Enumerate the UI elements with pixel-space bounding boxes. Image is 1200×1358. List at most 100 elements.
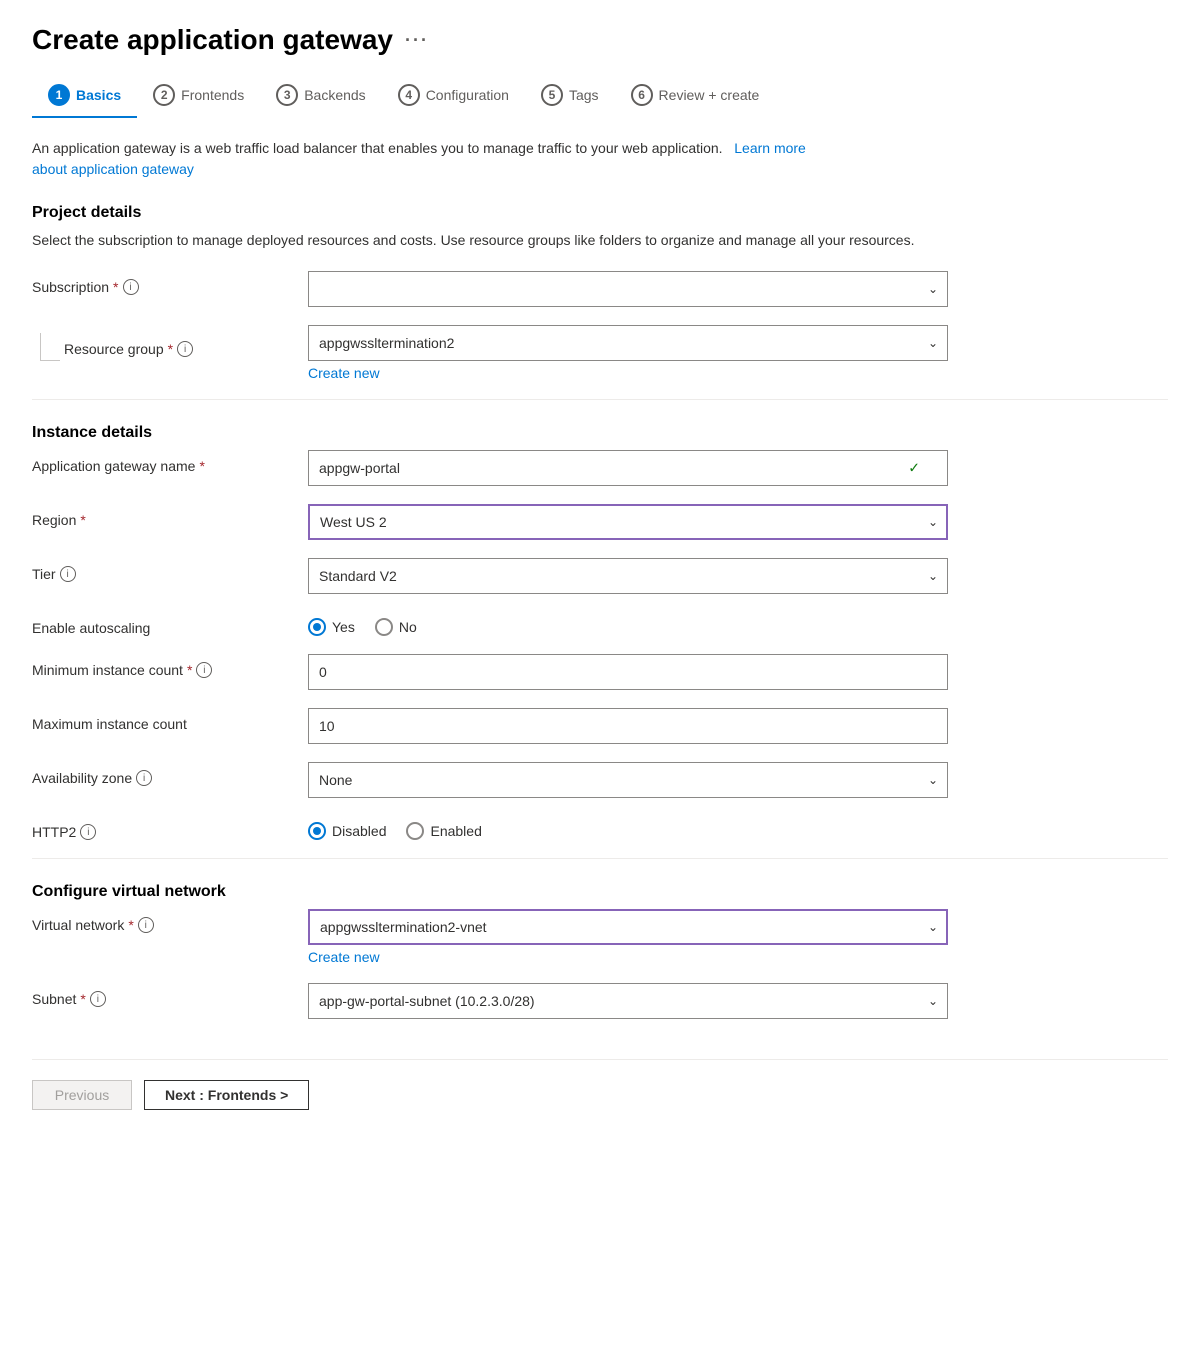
subnet-required: * bbox=[80, 991, 85, 1007]
tab-tags-number: 5 bbox=[541, 84, 563, 106]
tier-label: Tier i bbox=[32, 558, 292, 582]
subnet-dropdown[interactable]: app-gw-portal-subnet (10.2.3.0/28) bbox=[308, 983, 948, 1019]
http2-control: Disabled Enabled bbox=[308, 816, 948, 840]
learn-more-link[interactable]: Learn more bbox=[734, 140, 806, 156]
http2-enabled-label: Enabled bbox=[430, 823, 481, 839]
http2-disabled-radio-fill bbox=[313, 827, 321, 835]
vnet-section-heading: Configure virtual network bbox=[32, 883, 1168, 901]
vnet-label: Virtual network * i bbox=[32, 909, 292, 933]
resource-group-dropdown[interactable]: appgwssltermination2 bbox=[308, 325, 948, 361]
min-instance-control bbox=[308, 654, 948, 690]
availability-zone-row: Availability zone i None ⌄ bbox=[32, 762, 1168, 798]
tier-dropdown[interactable]: Standard V2 bbox=[308, 558, 948, 594]
tab-backends-label: Backends bbox=[304, 87, 365, 103]
wizard-footer: Previous Next : Frontends > bbox=[32, 1059, 1168, 1110]
min-instance-label: Minimum instance count * i bbox=[32, 654, 292, 678]
min-instance-info-icon[interactable]: i bbox=[196, 662, 212, 678]
vnet-dropdown[interactable]: appgwssltermination2-vnet bbox=[308, 909, 948, 945]
app-gateway-name-control: appgw-portal ✓ bbox=[308, 450, 948, 486]
max-instance-label: Maximum instance count bbox=[32, 708, 292, 732]
subscription-dropdown[interactable] bbox=[308, 271, 948, 307]
availability-zone-info-icon[interactable]: i bbox=[136, 770, 152, 786]
http2-radio-group: Disabled Enabled bbox=[308, 816, 948, 840]
previous-button[interactable]: Previous bbox=[32, 1080, 132, 1110]
autoscaling-yes-option[interactable]: Yes bbox=[308, 618, 355, 636]
tier-info-icon[interactable]: i bbox=[60, 566, 76, 582]
autoscaling-yes-label: Yes bbox=[332, 619, 355, 635]
instance-details-heading: Instance details bbox=[32, 424, 1168, 442]
http2-enabled-option[interactable]: Enabled bbox=[406, 822, 481, 840]
autoscaling-label: Enable autoscaling bbox=[32, 612, 292, 636]
resource-group-required: * bbox=[168, 341, 173, 357]
region-control: West US 2 ⌄ bbox=[308, 504, 948, 540]
about-link[interactable]: about application gateway bbox=[32, 161, 194, 177]
http2-info-icon[interactable]: i bbox=[80, 824, 96, 840]
tab-review-number: 6 bbox=[631, 84, 653, 106]
resource-group-label: Resource group * i bbox=[64, 333, 324, 357]
tier-row: Tier i Standard V2 ⌄ bbox=[32, 558, 1168, 594]
subnet-info-icon[interactable]: i bbox=[90, 991, 106, 1007]
min-instance-required: * bbox=[187, 662, 192, 678]
http2-label: HTTP2 i bbox=[32, 816, 292, 840]
vnet-row: Virtual network * i appgwssltermination2… bbox=[32, 909, 1168, 965]
max-instance-control bbox=[308, 708, 948, 744]
max-instance-input[interactable] bbox=[308, 708, 948, 744]
tab-tags[interactable]: 5 Tags bbox=[525, 76, 615, 118]
page-title: Create application gateway bbox=[32, 24, 393, 56]
region-row: Region * West US 2 ⌄ bbox=[32, 504, 1168, 540]
resource-group-create-new[interactable]: Create new bbox=[308, 365, 380, 381]
http2-disabled-option[interactable]: Disabled bbox=[308, 822, 386, 840]
autoscaling-no-radio bbox=[375, 618, 393, 636]
app-gateway-name-required: * bbox=[199, 458, 204, 474]
availability-zone-dropdown-wrap: None ⌄ bbox=[308, 762, 948, 798]
subscription-control: ⌄ bbox=[308, 271, 948, 307]
tab-tags-label: Tags bbox=[569, 87, 599, 103]
region-dropdown[interactable]: West US 2 bbox=[308, 504, 948, 540]
tab-review-create[interactable]: 6 Review + create bbox=[615, 76, 776, 118]
resource-group-info-icon[interactable]: i bbox=[177, 341, 193, 357]
resource-group-indent: Resource group * i bbox=[32, 325, 292, 361]
wizard-tabs: 1 Basics 2 Frontends 3 Backends 4 Config… bbox=[32, 76, 1168, 118]
autoscaling-no-label: No bbox=[399, 619, 417, 635]
subnet-dropdown-wrap: app-gw-portal-subnet (10.2.3.0/28) ⌄ bbox=[308, 983, 948, 1019]
tab-frontends[interactable]: 2 Frontends bbox=[137, 76, 260, 118]
tab-configuration[interactable]: 4 Configuration bbox=[382, 76, 525, 118]
region-dropdown-wrap: West US 2 ⌄ bbox=[308, 504, 948, 540]
availability-zone-label: Availability zone i bbox=[32, 762, 292, 786]
min-instance-input[interactable] bbox=[308, 654, 948, 690]
page-title-ellipsis: ··· bbox=[405, 30, 429, 51]
resource-group-control: appgwssltermination2 ⌄ Create new bbox=[308, 325, 948, 381]
http2-row: HTTP2 i Disabled Enabled bbox=[32, 816, 1168, 840]
app-gateway-name-dropdown-wrap: appgw-portal ✓ bbox=[308, 450, 948, 486]
subnet-row: Subnet * i app-gw-portal-subnet (10.2.3.… bbox=[32, 983, 1168, 1019]
vnet-create-new[interactable]: Create new bbox=[308, 949, 380, 965]
autoscaling-no-option[interactable]: No bbox=[375, 618, 417, 636]
vnet-control: appgwssltermination2-vnet ⌄ Create new bbox=[308, 909, 948, 965]
subscription-row: Subscription * i ⌄ bbox=[32, 271, 1168, 307]
autoscaling-radio-group: Yes No bbox=[308, 612, 948, 636]
max-instance-row: Maximum instance count bbox=[32, 708, 1168, 744]
indent-line bbox=[40, 333, 60, 361]
availability-zone-dropdown[interactable]: None bbox=[308, 762, 948, 798]
tab-basics-number: 1 bbox=[48, 84, 70, 106]
tab-backends[interactable]: 3 Backends bbox=[260, 76, 381, 118]
vnet-dropdown-wrap: appgwssltermination2-vnet ⌄ bbox=[308, 909, 948, 945]
subscription-info-icon[interactable]: i bbox=[123, 279, 139, 295]
tab-frontends-label: Frontends bbox=[181, 87, 244, 103]
http2-enabled-radio bbox=[406, 822, 424, 840]
subnet-control: app-gw-portal-subnet (10.2.3.0/28) ⌄ bbox=[308, 983, 948, 1019]
tab-basics[interactable]: 1 Basics bbox=[32, 76, 137, 118]
resource-group-row: Resource group * i appgwssltermination2 … bbox=[32, 325, 1168, 381]
subscription-dropdown-wrap: ⌄ bbox=[308, 271, 948, 307]
vnet-info-icon[interactable]: i bbox=[138, 917, 154, 933]
tab-backends-number: 3 bbox=[276, 84, 298, 106]
app-gateway-name-input[interactable]: appgw-portal bbox=[308, 450, 948, 486]
project-details-heading: Project details bbox=[32, 204, 1168, 222]
app-gateway-name-row: Application gateway name * appgw-portal … bbox=[32, 450, 1168, 486]
autoscaling-row: Enable autoscaling Yes No bbox=[32, 612, 1168, 636]
http2-disabled-label: Disabled bbox=[332, 823, 386, 839]
next-button[interactable]: Next : Frontends > bbox=[144, 1080, 309, 1110]
tab-frontends-number: 2 bbox=[153, 84, 175, 106]
subscription-required: * bbox=[113, 279, 118, 295]
vnet-required: * bbox=[128, 917, 133, 933]
